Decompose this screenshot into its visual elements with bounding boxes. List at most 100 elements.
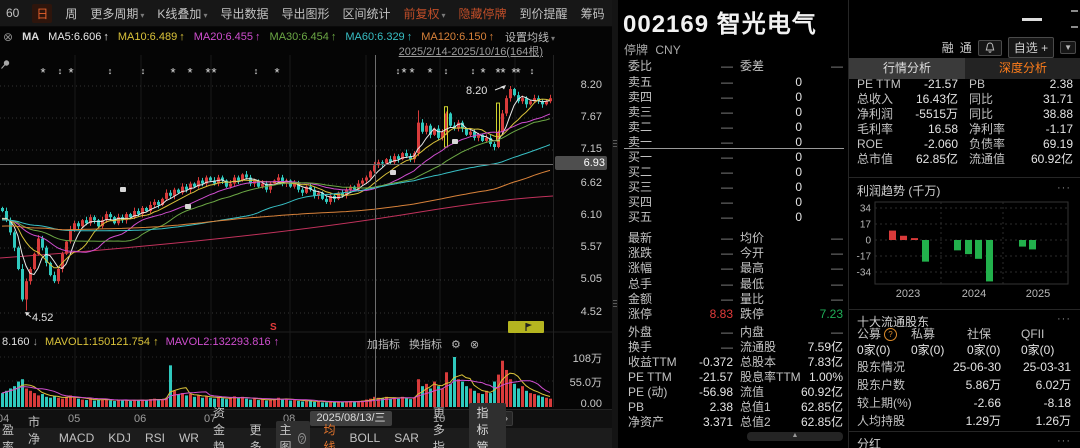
quote-row-0: 最新 — 均价 — (620, 231, 848, 245)
indicator-item-3[interactable]: KDJ (108, 431, 131, 445)
cell: -21.57 (923, 77, 958, 91)
ma-legend-item-1: MA10:6.489 ↑ (117, 31, 185, 43)
ma-prefix-label: MA (22, 31, 40, 43)
quote-row-7: 换手 — 流通股 7.59亿 (620, 340, 848, 354)
analysis-tabs: 行情分析 深度分析 (849, 58, 1080, 79)
cell: PB (969, 77, 986, 91)
cell: -8.18 (1043, 396, 1071, 410)
cell: 7.23 (819, 307, 843, 321)
ask-row-5: 卖五 — 0 (620, 75, 848, 89)
mavol2-label: MAVOL2:132293.816 ↑ (165, 336, 280, 348)
divider-grip[interactable] (613, 140, 617, 149)
toolbar-item-0[interactable]: 60 (6, 6, 19, 20)
cell: 股息率TTM (740, 370, 801, 384)
indicator-toolbar: 盈率市净率 MACD KDJ RSI WR 资金趋势更多主图? 均线 BOLL SAR 更多指标指… (0, 403, 612, 448)
ask-row-1: 卖一 — 0 (620, 135, 848, 149)
volume-tick: 108万 (572, 353, 602, 365)
quote-row-9: PE TTM -21.57 股息率TTM 1.00% (620, 370, 848, 384)
svg-text:8.20: 8.20 (466, 85, 487, 97)
holder-count-1: 0家(0) (911, 343, 945, 357)
price-tick: 5.05 (580, 273, 602, 285)
svg-text:2024: 2024 (962, 288, 986, 300)
cell: 1.00% (808, 370, 843, 384)
cell: 委差 (740, 59, 765, 73)
chevron-down-icon: ▾ (441, 10, 446, 20)
cell: — (721, 150, 733, 164)
toolbar-item-9[interactable]: 隐藏停牌 (459, 5, 507, 22)
cell: 买三 (628, 180, 653, 194)
toolbar-item-1[interactable]: 日 (32, 3, 53, 23)
toolbar-item-4[interactable]: K线叠加 ▾ (157, 5, 207, 22)
chevron-down-icon: ▾ (140, 10, 145, 20)
toolbar-item-2[interactable]: 周 (65, 5, 77, 22)
cell: 负债率 (969, 137, 1006, 151)
cell: -1.17 (1045, 122, 1073, 136)
ask-row-3: 卖三 — 0 (620, 105, 848, 119)
price-tick: 8.20 (580, 79, 602, 91)
indicator-item-8[interactable]: 主图? (275, 421, 310, 448)
cell: 总市值 (857, 152, 894, 166)
svg-text:0: 0 (865, 236, 871, 247)
indicator-manager-button[interactable]: 指标管理 (469, 403, 507, 448)
analysis-row-5: 总市值 62.85亿 流通值 60.92亿 (849, 152, 1080, 166)
cell: PE TTM (857, 77, 901, 91)
holders-more-button[interactable]: ··· (1057, 313, 1071, 325)
quote-row-2: 涨幅 — 最高 — (620, 261, 848, 275)
analysis-row-0: PE TTM -21.57 PB 2.38 (849, 77, 1080, 91)
toolbar-item-5[interactable]: 导出数据 (220, 5, 268, 22)
cell: 卖五 (628, 75, 653, 89)
pin-icon[interactable] (0, 59, 11, 70)
cell: 流值 (740, 385, 765, 399)
cell: 16.43亿 (915, 92, 958, 106)
scrollbar[interactable] (1071, 10, 1078, 12)
add-indicator-button[interactable]: 加指标 (367, 336, 400, 352)
scroll-up-hint[interactable]: ▲ (747, 432, 843, 441)
indicator-item-2[interactable]: MACD (59, 431, 94, 445)
indicator-item-1[interactable]: 市净率 (28, 413, 45, 448)
holder-count-2: 0家(0) (967, 343, 1001, 357)
close-ma-icon[interactable]: ⊗ (3, 30, 13, 44)
help-icon[interactable]: ? (884, 328, 897, 341)
indicator-item-4[interactable]: RSI (145, 431, 165, 445)
toolbar-item-7[interactable]: 区间统计 (342, 5, 390, 22)
cell: — (721, 105, 733, 119)
holder-count-0: 0家(0) (857, 343, 891, 357)
profit-trend-more-button[interactable]: ··· (1057, 182, 1071, 194)
holder-row-3: 人均持股 1.29万 1.26万 (849, 414, 1080, 428)
tab-depth-analysis[interactable]: 深度分析 (965, 58, 1080, 79)
holder-count-row: 0家(0) 0家(0) 0家(0) 0家(0) (849, 343, 1080, 357)
cell: 卖一 (628, 135, 653, 149)
switch-indicator-button[interactable]: 换指标 (409, 336, 442, 352)
indicator-item-0[interactable]: 盈率 (2, 421, 14, 448)
profit-trend-chart: 34 17 0 -17 -34 2023 2024 2025 (857, 201, 1069, 300)
cell: 委比 (628, 59, 653, 73)
close-pane-icon[interactable]: ⊗ (470, 338, 479, 351)
indicator-item-9[interactable]: 均线 (324, 421, 336, 448)
indicator-item-6[interactable]: 资金趋势 (213, 404, 236, 448)
cell: 0 (795, 165, 802, 179)
toolbar-item-8[interactable]: 前复权 ▾ (404, 5, 446, 22)
cell: — (721, 277, 733, 291)
cell: — (721, 325, 733, 339)
toolbar-item-10[interactable]: 到价提醒 (520, 5, 568, 22)
cell: 0 (795, 210, 802, 224)
dividend-more-button[interactable]: ··· (1057, 435, 1071, 447)
toolbar-item-6[interactable]: 导出图形 (281, 5, 329, 22)
gear-icon[interactable]: ⚙ (451, 338, 461, 351)
scrollbar[interactable] (1071, 26, 1078, 28)
cell: 买五 (628, 210, 653, 224)
divider-grip[interactable] (613, 300, 617, 309)
indicator-item-5[interactable]: WR (179, 431, 199, 445)
toolbar-item-3[interactable]: 更多周期 ▾ (90, 5, 144, 22)
tab-quote-analysis[interactable]: 行情分析 (849, 58, 965, 79)
indicator-item-7[interactable]: 更多 (250, 421, 262, 448)
price-tick: 7.67 (580, 111, 602, 123)
indicator-item-10[interactable]: BOLL (350, 431, 381, 445)
kline-toolbar: 60 日周更多周期 ▾ K线叠加 ▾ 导出数据 导出图形 区间统计 前复权 ▾ 隐藏停牌 到价提醒 筹码… (0, 0, 687, 27)
indicator-item-12[interactable]: 更多指标 (433, 404, 456, 448)
cell: — (721, 231, 733, 245)
cell: 2.38 (1049, 77, 1073, 91)
indicator-item-11[interactable]: SAR (394, 431, 419, 445)
toolbar-item-11[interactable]: 筹码 (581, 5, 605, 22)
cell: 股东户数 (857, 378, 906, 392)
